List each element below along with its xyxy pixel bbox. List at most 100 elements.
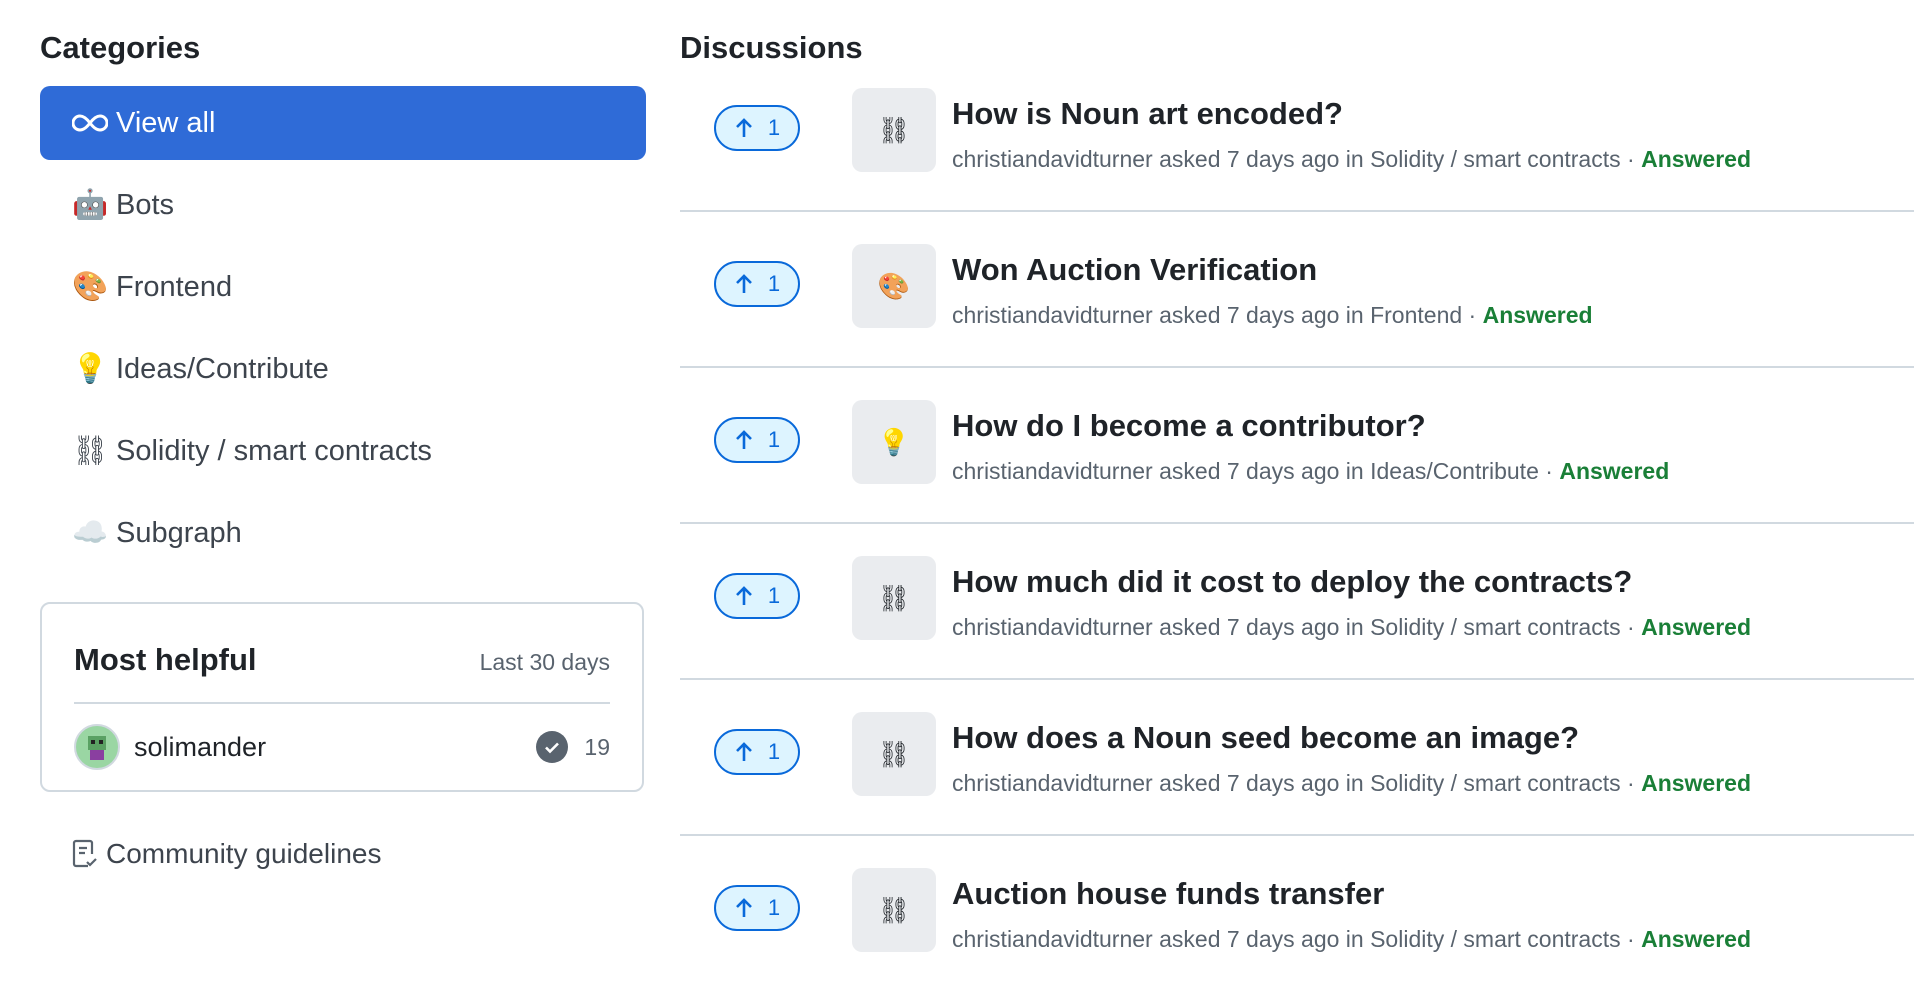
category-link[interactable]: Solidity / smart contracts [1370,146,1621,172]
answered-status: Answered [1641,614,1752,640]
category-link[interactable]: Solidity / smart contracts [1370,770,1621,796]
helpful-user-name[interactable]: solimander [134,732,536,763]
discussion-list: 1 ⛓ How is Noun art encoded? christianda… [680,56,1914,990]
category-view-all[interactable]: View all [40,86,646,160]
vote-count: 1 [767,895,781,920]
arrow-up-icon [735,430,752,449]
vote-count: 1 [767,739,781,764]
discussion-row: 1 ⛓ How is Noun art encoded? christianda… [680,56,1914,212]
category-subgraph[interactable]: ☁️ Subgraph [40,496,646,570]
palette-icon: 🎨 [852,244,936,328]
upvote-button[interactable]: 1 [714,729,800,775]
palette-icon: 🎨 [72,271,109,303]
infinity-icon [72,113,116,133]
asked-text: asked 7 days ago in [1159,458,1364,484]
category-link[interactable]: Frontend [1370,302,1462,328]
category-label: View all [116,106,216,139]
arrow-up-icon [735,898,752,917]
chains-icon: ⛓ [852,712,936,796]
discussion-text: How is Noun art encoded? christiandavidt… [952,96,1751,173]
category-ideas[interactable]: 💡 Ideas/Contribute [40,332,646,406]
category-bots[interactable]: 🤖 Bots [40,168,646,242]
lightbulb-icon: 💡 [852,400,936,484]
arrow-up-icon [735,274,752,293]
arrow-up-icon [735,742,752,761]
author-link[interactable]: christiandavidturner [952,770,1153,796]
asked-text: asked 7 days ago in [1159,926,1364,952]
upvote-button[interactable]: 1 [714,417,800,463]
discussion-meta: christiandavidturner asked 7 days ago in… [952,458,1670,484]
author-link[interactable]: christiandavidturner [952,146,1153,172]
discussion-meta: christiandavidturner asked 7 days ago in… [952,770,1752,796]
discussion-title-link[interactable]: Auction house funds transfer [952,876,1751,912]
categories-title: Categories [40,30,201,65]
author-link[interactable]: christiandavidturner [952,926,1153,952]
community-guidelines-link[interactable]: Community guidelines [72,838,381,870]
checklist-icon [72,839,97,868]
lightbulb-icon: 💡 [72,353,109,385]
category-label: Bots [116,188,175,221]
arrow-up-icon [735,586,752,605]
discussion-title-link[interactable]: How do I become a contributor? [952,408,1669,444]
most-helpful-range: Last 30 days [479,649,610,675]
upvote-button[interactable]: 1 [714,573,800,619]
asked-text: asked 7 days ago in [1159,302,1364,328]
asked-text: asked 7 days ago in [1159,614,1364,640]
upvote-button[interactable]: 1 [714,885,800,931]
discussion-text: How does a Noun seed become an image? ch… [952,720,1751,797]
discussion-row: 1 ⛓ How does a Noun seed become an image… [680,680,1914,836]
upvote-button[interactable]: 1 [714,261,800,307]
divider [74,702,610,704]
category-link[interactable]: Solidity / smart contracts [1370,614,1621,640]
vote-count: 1 [767,583,781,608]
discussion-row: 1 🎨 Won Auction Verification christianda… [680,212,1914,368]
discussion-text: Won Auction Verification christiandavidt… [952,252,1593,329]
answered-status: Answered [1641,770,1752,796]
discussion-row: 1 ⛓ How much did it cost to deploy the c… [680,524,1914,680]
discussion-row: 1 ⛓ Auction house funds transfer christi… [680,836,1914,990]
category-label: Solidity / smart contracts [116,434,432,467]
answered-status: Answered [1559,458,1670,484]
asked-text: asked 7 days ago in [1159,146,1364,172]
discussion-meta: christiandavidturner asked 7 days ago in… [952,146,1752,172]
most-helpful-title: Most helpful [74,642,257,677]
discussion-meta: christiandavidturner asked 7 days ago in… [952,302,1593,328]
robot-icon: 🤖 [72,189,109,221]
chains-icon: ⛓ [852,868,936,952]
category-frontend[interactable]: 🎨 Frontend [40,250,646,324]
discussion-title-link[interactable]: Won Auction Verification [952,252,1593,288]
guidelines-label: Community guidelines [106,838,382,869]
discussion-text: How do I become a contributor? christian… [952,408,1669,485]
category-link[interactable]: Ideas/Contribute [1370,458,1539,484]
category-label: Subgraph [116,516,242,549]
discussion-title-link[interactable]: How does a Noun seed become an image? [952,720,1751,756]
discussion-title-link[interactable]: How much did it cost to deploy the contr… [952,564,1751,600]
discussion-meta: christiandavidturner asked 7 days ago in… [952,926,1752,952]
helpful-user-row: solimander 19 [74,724,610,770]
vote-count: 1 [767,115,781,140]
vote-count: 1 [767,427,781,452]
discussion-meta: christiandavidturner asked 7 days ago in… [952,614,1752,640]
answered-status: Answered [1482,302,1593,328]
upvote-button[interactable]: 1 [714,105,800,151]
category-solidity[interactable]: ⛓ Solidity / smart contracts [40,414,646,488]
author-link[interactable]: christiandavidturner [952,614,1153,640]
discussion-row: 1 💡 How do I become a contributor? chris… [680,368,1914,524]
author-link[interactable]: christiandavidturner [952,458,1153,484]
avatar[interactable] [74,724,120,770]
category-link[interactable]: Solidity / smart contracts [1370,926,1621,952]
vote-count: 1 [767,271,781,296]
category-list: View all 🤖 Bots 🎨 Frontend 💡 Ideas/Contr… [40,86,646,578]
arrow-up-icon [735,118,752,137]
discussion-text: How much did it cost to deploy the contr… [952,564,1751,641]
chains-icon: ⛓ [852,88,936,172]
author-link[interactable]: christiandavidturner [952,302,1153,328]
discussion-title-link[interactable]: How is Noun art encoded? [952,96,1751,132]
answered-status: Answered [1641,146,1752,172]
category-label: Ideas/Contribute [116,352,329,385]
asked-text: asked 7 days ago in [1159,770,1364,796]
chains-icon: ⛓ [72,435,109,467]
answered-status: Answered [1641,926,1752,952]
check-circle-icon [536,731,569,763]
most-helpful-header: Most helpful Last 30 days [74,642,610,678]
